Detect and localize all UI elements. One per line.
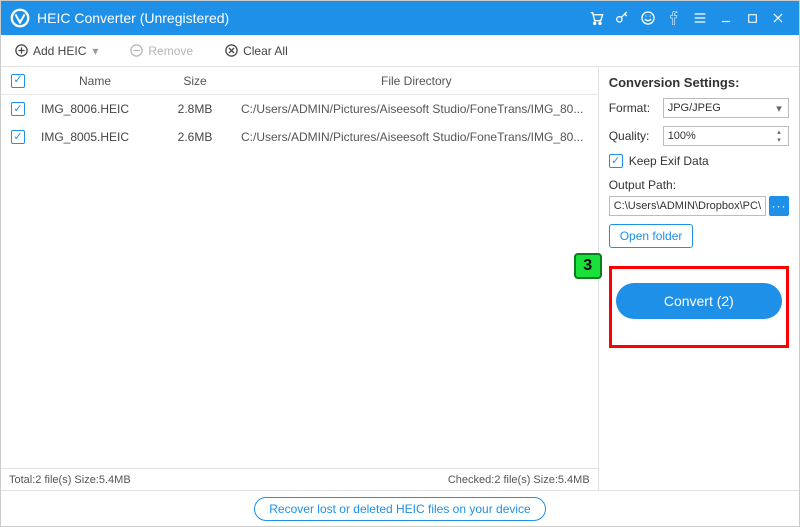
status-total: Total:2 file(s) Size:5.4MB <box>9 474 131 486</box>
chevron-down-icon: ▾ <box>92 44 98 58</box>
table-header: Name Size File Directory <box>1 67 598 95</box>
add-heic-button[interactable]: Add HEIC ▾ <box>7 40 104 62</box>
app-logo-icon <box>9 7 31 29</box>
toolbar: Add HEIC ▾ Remove Clear All <box>1 35 799 67</box>
output-path-field[interactable]: C:\Users\ADMIN\Dropbox\PC\ <box>609 196 766 216</box>
file-list-panel: Name Size File Directory IMG_8006.HEIC 2… <box>1 67 598 490</box>
close-button[interactable] <box>765 1 791 35</box>
column-size[interactable]: Size <box>155 74 235 88</box>
cart-icon[interactable] <box>583 1 609 35</box>
file-directory: C:/Users/ADMIN/Pictures/Aiseesoft Studio… <box>235 102 598 116</box>
clear-all-label: Clear All <box>243 44 288 58</box>
remove-label: Remove <box>148 44 193 58</box>
file-name: IMG_8005.HEIC <box>35 130 155 144</box>
feedback-icon[interactable] <box>635 1 661 35</box>
maximize-button[interactable] <box>739 1 765 35</box>
convert-button[interactable]: Convert (2) <box>616 283 782 319</box>
format-label: Format: <box>609 101 663 115</box>
row-checkbox[interactable] <box>11 130 25 144</box>
keep-exif-checkbox[interactable] <box>609 154 623 168</box>
browse-button[interactable]: ··· <box>769 196 789 216</box>
file-name: IMG_8006.HEIC <box>35 102 155 116</box>
clear-all-button[interactable]: Clear All <box>217 40 294 62</box>
column-directory[interactable]: File Directory <box>235 74 598 88</box>
window-title: HEIC Converter (Unregistered) <box>37 10 229 26</box>
file-directory: C:/Users/ADMIN/Pictures/Aiseesoft Studio… <box>235 130 598 144</box>
settings-heading: Conversion Settings: <box>609 75 789 90</box>
row-checkbox[interactable] <box>11 102 25 116</box>
spinner-up-icon[interactable]: ▴ <box>772 128 786 136</box>
annotation-badge: 3 <box>574 253 602 279</box>
minimize-button[interactable] <box>713 1 739 35</box>
column-name[interactable]: Name <box>35 74 155 88</box>
convert-highlight-box: 3 Convert (2) <box>609 266 789 348</box>
minus-circle-icon <box>128 43 144 59</box>
facebook-icon[interactable] <box>661 1 687 35</box>
clear-circle-icon <box>223 43 239 59</box>
file-size: 2.6MB <box>155 130 235 144</box>
key-icon[interactable] <box>609 1 635 35</box>
table-row[interactable]: IMG_8006.HEIC 2.8MB C:/Users/ADMIN/Pictu… <box>1 95 598 123</box>
spinner-down-icon[interactable]: ▾ <box>772 136 786 144</box>
add-heic-label: Add HEIC <box>33 44 86 58</box>
settings-panel: Conversion Settings: Format: JPG/JPEG ▾ … <box>598 67 799 490</box>
remove-button: Remove <box>122 40 199 62</box>
recover-link[interactable]: Recover lost or deleted HEIC files on yo… <box>254 497 545 521</box>
plus-circle-icon <box>13 43 29 59</box>
status-bar: Total:2 file(s) Size:5.4MB Checked:2 fil… <box>1 468 598 490</box>
table-row[interactable]: IMG_8005.HEIC 2.6MB C:/Users/ADMIN/Pictu… <box>1 123 598 151</box>
format-combobox[interactable]: JPG/JPEG ▾ <box>663 98 789 118</box>
keep-exif-label: Keep Exif Data <box>629 154 709 168</box>
quality-spinner[interactable]: 100% ▴▾ <box>663 126 789 146</box>
titlebar: HEIC Converter (Unregistered) <box>1 1 799 35</box>
select-all-checkbox[interactable] <box>11 74 25 88</box>
file-size: 2.8MB <box>155 102 235 116</box>
output-path-label: Output Path: <box>609 178 789 192</box>
status-checked: Checked:2 file(s) Size:5.4MB <box>448 474 590 486</box>
menu-icon[interactable] <box>687 1 713 35</box>
format-value: JPG/JPEG <box>668 102 721 114</box>
bottom-bar: Recover lost or deleted HEIC files on yo… <box>1 490 799 526</box>
open-folder-button[interactable]: Open folder <box>609 224 694 248</box>
main-area: Name Size File Directory IMG_8006.HEIC 2… <box>1 67 799 490</box>
quality-label: Quality: <box>609 129 663 143</box>
chevron-down-icon: ▾ <box>772 101 786 115</box>
quality-value: 100% <box>668 130 696 142</box>
